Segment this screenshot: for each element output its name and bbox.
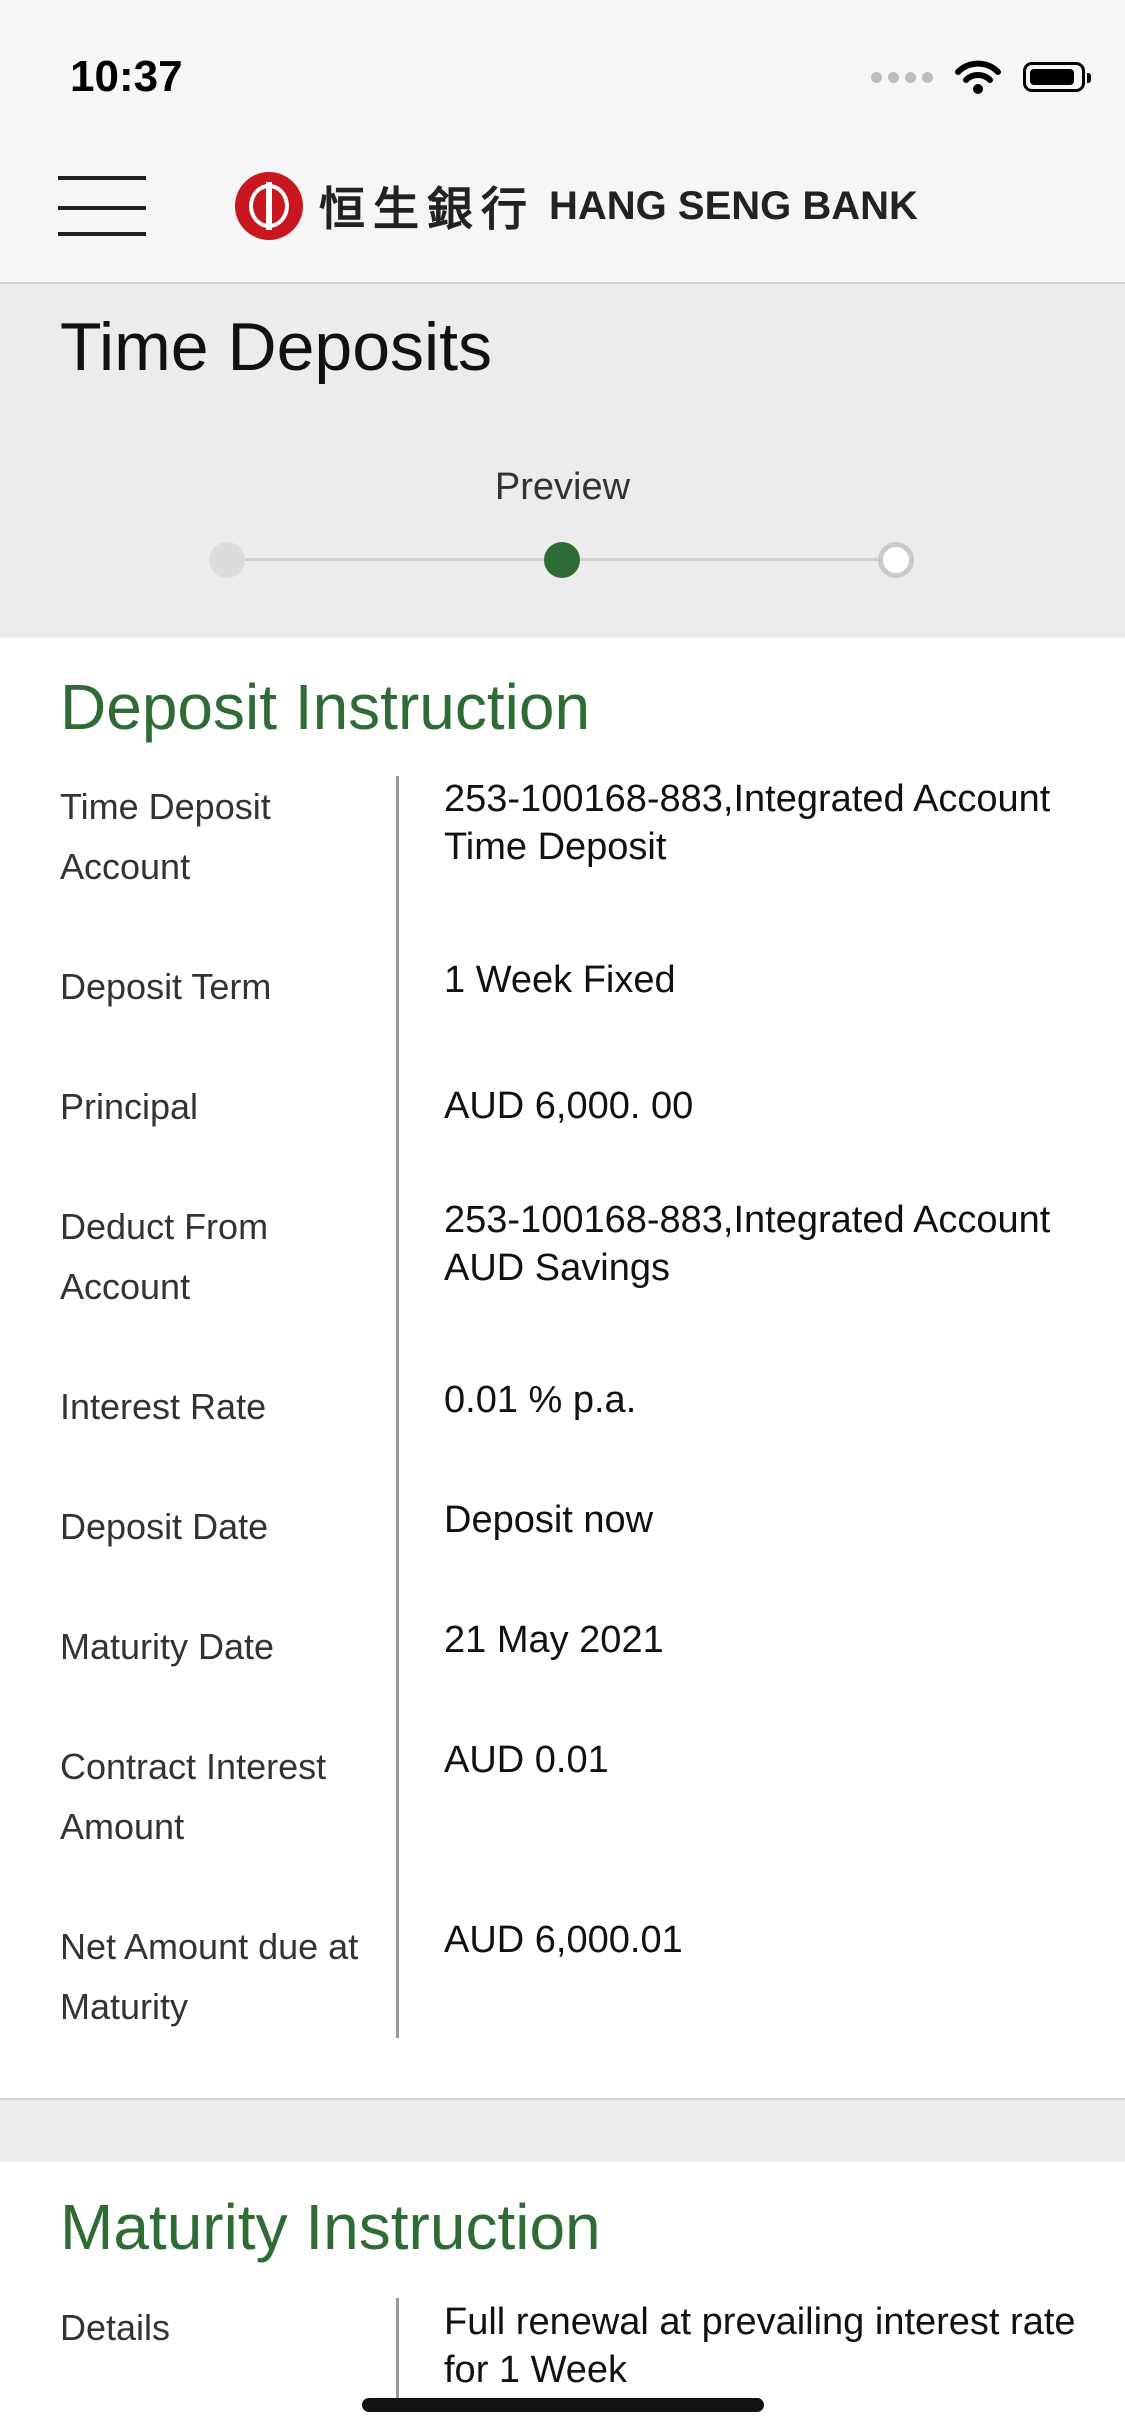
deposit-details-divider bbox=[396, 776, 399, 2038]
step-label: Preview bbox=[494, 466, 631, 508]
hamburger-icon bbox=[58, 204, 59, 205]
cellular-icon bbox=[871, 71, 933, 83]
menu-button[interactable] bbox=[58, 176, 148, 236]
step-2-indicator bbox=[544, 542, 580, 578]
maturity-date-label: Maturity Date bbox=[60, 1626, 275, 1667]
hang-seng-logo-icon bbox=[235, 172, 303, 240]
details-value: Full renewal at prevailing interest rate… bbox=[444, 2301, 1076, 2391]
details-label: Details bbox=[60, 2307, 171, 2348]
time-deposit-account-label: Time Deposit Account bbox=[60, 786, 271, 887]
deposit-date-value: Deposit now bbox=[444, 1499, 654, 1541]
deposit-term-value: 1 Week Fixed bbox=[444, 959, 676, 1001]
time-deposit-account-value: 253-100168-883,Integrated Account Time D… bbox=[444, 778, 1051, 868]
status-icons bbox=[871, 60, 1091, 94]
deduct-from-account-value: 253-100168-883,Integrated Account AUD Sa… bbox=[444, 1199, 1051, 1289]
contract-interest-amount-label: Contract Interest Amount bbox=[60, 1746, 327, 1847]
section-separator bbox=[0, 2098, 1125, 2162]
maturity-date-value: 21 May 2021 bbox=[444, 1619, 664, 1661]
contract-interest-amount-value: AUD 0.01 bbox=[444, 1739, 609, 1781]
net-amount-value: AUD 6,000.01 bbox=[444, 1919, 683, 1961]
app-header: 恒生銀行 HANG SENG BANK bbox=[0, 150, 1125, 284]
principal-label: Principal bbox=[60, 1086, 199, 1127]
page-title: Time Deposits bbox=[60, 309, 493, 385]
deposit-term-label: Deposit Term bbox=[60, 966, 272, 1007]
net-amount-label: Net Amount due at Maturity bbox=[60, 1926, 359, 2027]
bank-logo[interactable]: 恒生銀行 HANG SENG BANK bbox=[235, 172, 918, 240]
maturity-instruction-title: Maturity Instruction bbox=[60, 2191, 601, 2263]
maturity-details-divider bbox=[396, 2298, 399, 2400]
status-bar: 10:37 bbox=[0, 0, 1125, 150]
logo-english-text: HANG SENG BANK bbox=[549, 183, 918, 228]
interest-rate-value: 0.01 % p.a. bbox=[444, 1379, 637, 1421]
deposit-date-label: Deposit Date bbox=[60, 1506, 269, 1547]
step-1-indicator bbox=[209, 542, 245, 578]
principal-value: AUD 6,000. 00 bbox=[444, 1085, 694, 1127]
wifi-icon bbox=[955, 60, 1001, 94]
status-time: 10:37 bbox=[70, 52, 183, 101]
home-indicator[interactable] bbox=[362, 2398, 764, 2412]
logo-chinese-text: 恒生銀行 bbox=[319, 182, 535, 236]
deduct-from-account-label: Deduct From Account bbox=[60, 1206, 269, 1307]
title-band: Time Deposits Preview bbox=[0, 284, 1125, 638]
battery-icon bbox=[1023, 62, 1091, 92]
step-3-indicator bbox=[878, 542, 914, 578]
interest-rate-label: Interest Rate bbox=[60, 1386, 267, 1427]
deposit-instruction-title: Deposit Instruction bbox=[60, 671, 591, 743]
